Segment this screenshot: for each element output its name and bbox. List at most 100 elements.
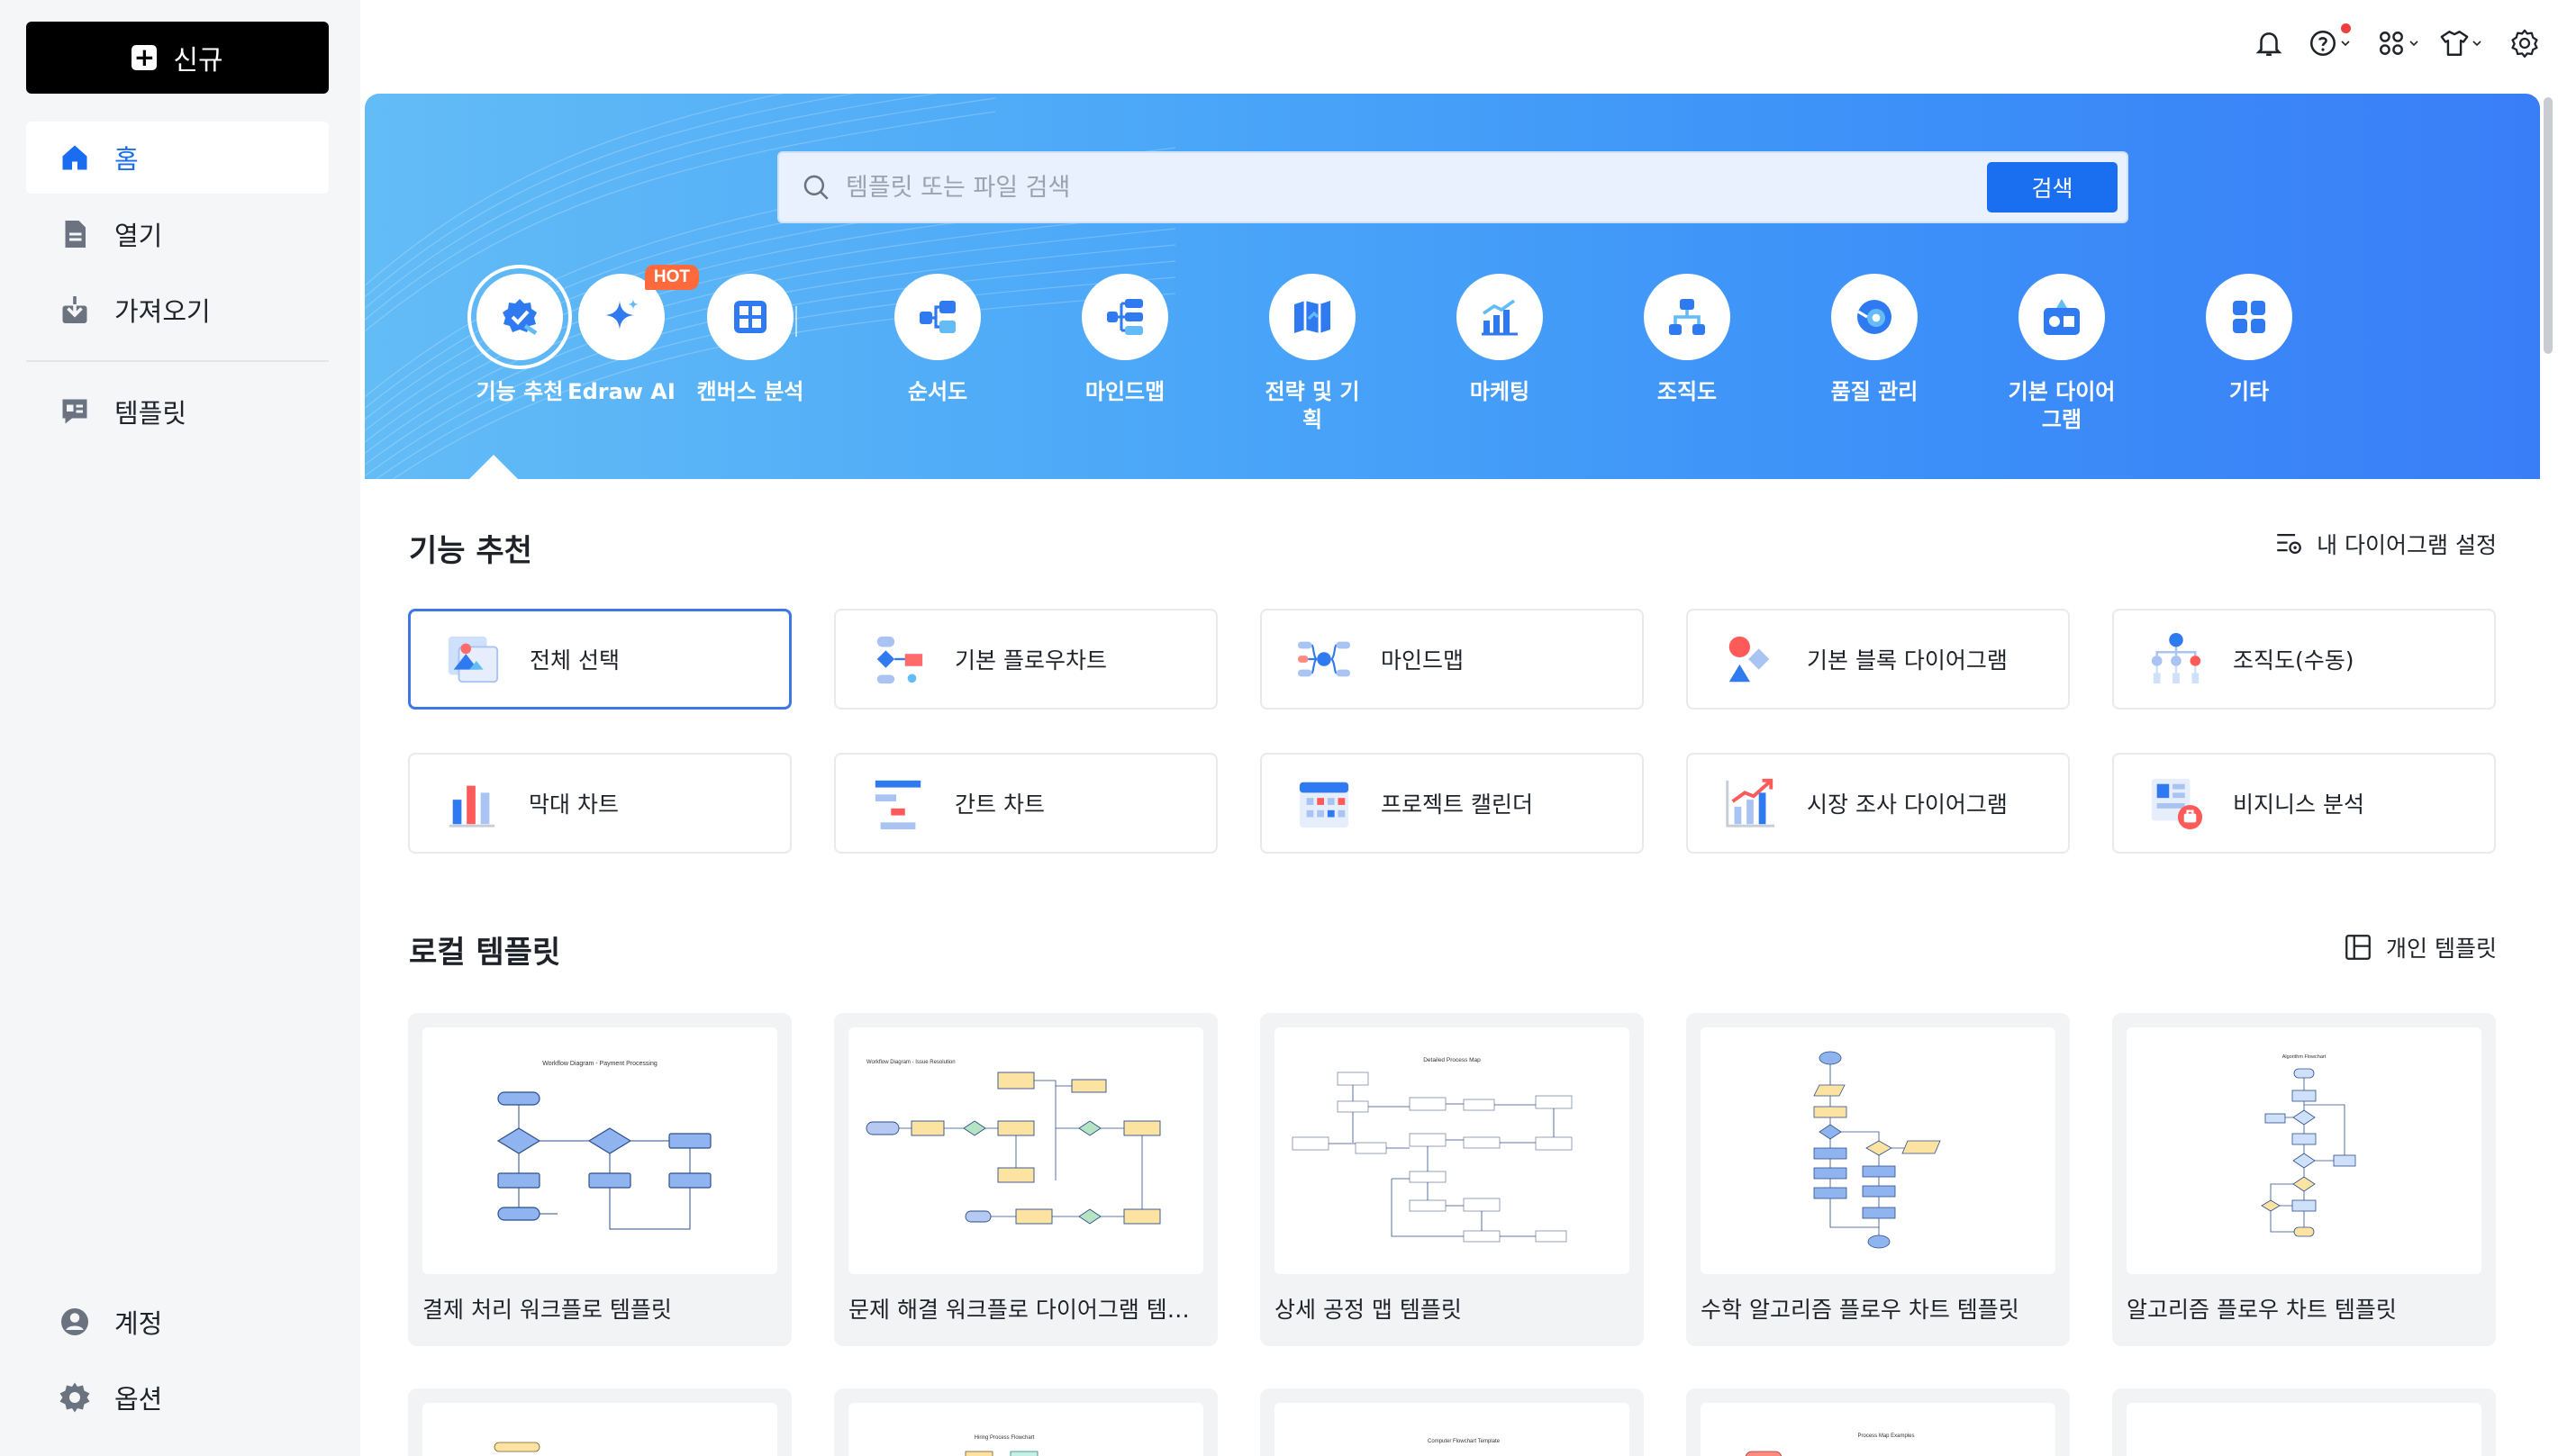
sidebar-item-label: 가져오기 (114, 296, 211, 327)
org-chart-icon (1669, 299, 1705, 335)
apps-icon (2380, 32, 2403, 55)
category-marketing[interactable]: 마케팅 (1414, 274, 1585, 406)
bell-icon (2255, 32, 2282, 57)
category-icon-circle (1082, 274, 1168, 360)
layout-icon (2345, 935, 2371, 960)
plus-icon: + (132, 45, 158, 70)
template-thumbnail-partial: Hiring Process Flowchart (965, 1435, 1039, 1456)
template-name: 알고리즘 플로우 차트 템플릿 (2127, 1297, 2397, 1323)
template-thumbnail (1701, 1027, 2055, 1274)
category-org-chart[interactable]: 조직도 (1601, 274, 1773, 406)
notifications-button[interactable] (2254, 25, 2284, 61)
category-label: 순서도 (907, 379, 968, 404)
feature-bar-chart[interactable]: 막대 차트 (408, 753, 792, 854)
category-icon-circle (1644, 274, 1730, 360)
features-title: 기능 추천 (409, 533, 532, 569)
template-thumbnail: Workflow Diagram - Payment Processing (422, 1027, 777, 1274)
document-icon (65, 221, 86, 248)
thumbnail-title: Hiring Process Flowchart (975, 1435, 1035, 1441)
template-card[interactable]: Algorithm Flowchart 알고리즘 플로우 차트 템플릿 (2112, 1013, 2496, 1346)
feature-basic-block-diagram[interactable]: 기본 블록 다이어그램 (1686, 609, 2070, 710)
category-quality[interactable]: 품질 관리 (1789, 274, 1960, 406)
category-other[interactable]: 기타 (2163, 274, 2335, 406)
new-button[interactable]: + 신규 (26, 22, 329, 94)
category-label: 기타 (2228, 379, 2270, 404)
thumbnail-title: Computer Flowchart Template (1428, 1439, 1501, 1444)
feature-select-all[interactable]: 전체 선택 (408, 609, 792, 710)
template-card[interactable] (2112, 1388, 2496, 1456)
sidebar-item-account[interactable]: 계정 (26, 1286, 329, 1358)
category-basic-diagram[interactable]: 기본 다이어그램 (1976, 274, 2147, 434)
feature-label: 마인드맵 (1381, 647, 1465, 674)
feature-label: 프로젝트 캘린더 (1381, 791, 1533, 818)
template-card[interactable] (408, 1388, 792, 1456)
sidebar-item-templates[interactable]: 템플릿 (26, 375, 329, 448)
sidebar-item-label: 템플릿 (114, 398, 187, 429)
sidebar-item-label: 홈 (114, 144, 139, 175)
thumbnail-title: Algorithm Flowchart (2282, 1054, 2327, 1060)
sidebar-item-open[interactable]: 열기 (26, 198, 329, 270)
feature-label: 막대 차트 (529, 791, 619, 818)
list-settings-icon (2277, 533, 2301, 555)
template-card[interactable]: Workflow Diagram - Issue Resolution 문제 해… (834, 1013, 1218, 1346)
org-chart-icon (2151, 632, 2201, 684)
template-card[interactable]: Detailed Process Map 상세 공정 맵 템플릿 (1260, 1013, 1644, 1346)
grid-icon (2233, 301, 2265, 333)
feature-business-analysis[interactable]: 비지니스 분석 (2112, 753, 2496, 854)
help-icon (2309, 30, 2336, 57)
bar-chart-icon (449, 785, 495, 827)
settings-icon (2511, 29, 2538, 59)
template-card[interactable]: Process Map Examples (1686, 1388, 2070, 1456)
category-label: 마케팅 (1469, 379, 1530, 404)
feature-org-chart-manual[interactable]: 조직도(수동) (2112, 609, 2496, 710)
category-icon-circle (894, 274, 981, 360)
chevron-down-icon (2472, 41, 2481, 47)
sidebar-item-options[interactable]: 옵션 (26, 1361, 329, 1433)
template-card[interactable]: 수학 알고리즘 플로우 차트 템플릿 (1686, 1013, 2070, 1346)
sidebar-item-home[interactable]: 홈 (26, 122, 329, 194)
chart-up-icon (1482, 299, 1518, 336)
template-thumbnail: Workflow Diagram - Issue Resolution (848, 1027, 1203, 1274)
chevron-down-icon (2409, 41, 2418, 47)
personal-templates-link[interactable]: 개인 템플릿 (2343, 931, 2497, 963)
shirt-icon (2440, 31, 2469, 56)
category-canvas-analysis[interactable]: 캔버스 분석 (665, 274, 836, 406)
feature-market-research[interactable]: 시장 조사 다이어그램 (1686, 753, 2070, 854)
thumbnail-title: Workflow Diagram - Issue Resolution (866, 1060, 956, 1065)
scrollbar-thumb[interactable] (2544, 97, 2553, 354)
import-icon (62, 296, 87, 323)
template-card[interactable]: Workflow Diagram - Payment Processing 결제… (408, 1013, 792, 1346)
search-button[interactable]: 검색 (1987, 162, 2118, 213)
hero-banner: 검색 기능 추천 HOT Edraw AI 캔버스 분석 순서도 (365, 94, 2540, 479)
personal-templates-label: 개인 템플릿 (2386, 936, 2497, 962)
sidebar-item-import[interactable]: 가져오기 (26, 274, 329, 346)
template-icon (62, 399, 87, 424)
feature-mindmap[interactable]: 마인드맵 (1260, 609, 1644, 710)
home-icon (62, 145, 87, 170)
feature-label: 기본 플로우차트 (955, 647, 1107, 674)
category-icon-circle (1456, 274, 1543, 360)
feature-project-calendar[interactable]: 프로젝트 캘린더 (1260, 753, 1644, 854)
template-thumbnail: Detailed Process Map (1274, 1027, 1629, 1274)
settings-button[interactable] (2509, 25, 2540, 61)
category-label: 캔버스 분석 (696, 379, 804, 404)
flowchart-icon (920, 301, 956, 333)
search-bar: 검색 (777, 151, 2128, 223)
feature-basic-flowchart[interactable]: 기본 플로우차트 (834, 609, 1218, 710)
feature-gantt-chart[interactable]: 간트 차트 (834, 753, 1218, 854)
theme-button[interactable] (2439, 25, 2482, 61)
template-thumbnail (422, 1403, 777, 1456)
template-name: 상세 공정 맵 템플릿 (1274, 1297, 1462, 1323)
category-strategy[interactable]: 전략 및 기획 (1227, 274, 1398, 434)
template-card[interactable]: Hiring Process Flowchart (834, 1388, 1218, 1456)
my-diagram-settings-link[interactable]: 내 다이어그램 설정 (2273, 528, 2497, 560)
template-thumbnail-partial (2127, 1403, 2481, 1456)
chevron-down-icon (2341, 41, 2350, 47)
template-card[interactable]: Computer Flowchart Template (1260, 1388, 1644, 1456)
category-icon-circle (1269, 274, 1356, 360)
search-input[interactable] (846, 173, 1927, 202)
apps-button[interactable] (2376, 25, 2419, 61)
local-templates-title: 로컬 템플릿 (409, 935, 561, 971)
category-flowchart[interactable]: 순서도 (852, 274, 1023, 406)
category-mindmap[interactable]: 마인드맵 (1039, 274, 1211, 406)
